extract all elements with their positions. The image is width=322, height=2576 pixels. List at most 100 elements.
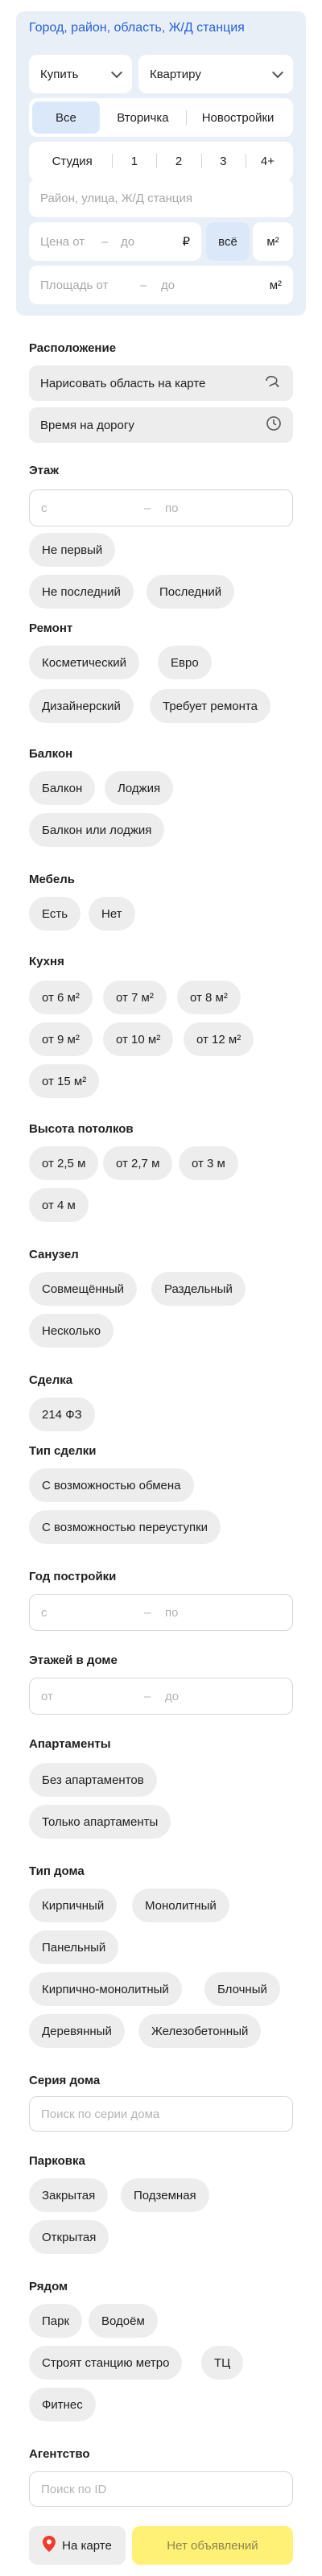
chip-park[interactable]: Парк xyxy=(29,2304,83,2338)
chip-not-last[interactable]: Не последний xyxy=(29,575,134,609)
draw-area-button[interactable]: Нарисовать область на карте xyxy=(29,365,293,401)
property-type-select[interactable]: Квартиру xyxy=(138,55,293,93)
floor-dash: – xyxy=(144,502,151,515)
chip-reinforced-concrete[interactable]: Железобетонный xyxy=(138,2014,262,2048)
tab-all[interactable]: Все xyxy=(32,101,100,134)
floor-from-placeholder: с xyxy=(41,502,47,515)
deal-select[interactable]: Купить xyxy=(29,55,132,93)
chip-bathroom-separate[interactable]: Раздельный xyxy=(151,1272,246,1306)
chip-kitchen-12[interactable]: от 12 м² xyxy=(184,1022,254,1056)
chip-kitchen-8[interactable]: от 8 м² xyxy=(177,980,241,1014)
build-year-range-input[interactable]: с – по xyxy=(29,1594,293,1631)
chip-metro-construction[interactable]: Строят станцию метро xyxy=(29,2346,183,2380)
chip-214-fz[interactable]: 214 ФЗ xyxy=(29,1397,95,1431)
chip-brick-monolithic[interactable]: Кирпично-монолитный xyxy=(29,1972,182,2006)
house-series-input[interactable]: Поиск по серии дома xyxy=(29,2096,293,2132)
area-input[interactable]: Площадь от – до м² xyxy=(29,266,293,304)
tab-rooms-1[interactable]: 1 xyxy=(112,145,156,177)
chip-fitness[interactable]: Фитнес xyxy=(29,2388,96,2421)
build-year-from-placeholder: с xyxy=(41,1606,47,1620)
apartments-heading: Апартаменты xyxy=(29,1737,111,1751)
tab-new-buildings[interactable]: Новостройки xyxy=(186,101,290,134)
chip-kitchen-10[interactable]: от 10 м² xyxy=(103,1022,174,1056)
bottom-bar: На карте Нет объявлений xyxy=(0,2518,322,2576)
draw-area-icon xyxy=(264,374,282,393)
travel-time-button[interactable]: Время на дорогу xyxy=(29,407,293,443)
chip-panel[interactable]: Панельный xyxy=(29,1930,119,1964)
chip-euro[interactable]: Евро xyxy=(158,646,212,679)
show-results-button[interactable]: Нет объявлений xyxy=(132,2526,293,2565)
chip-kitchen-6[interactable]: от 6 м² xyxy=(29,980,93,1014)
chip-loggia[interactable]: Лоджия xyxy=(105,771,174,805)
chevron-down-icon xyxy=(110,66,123,79)
chip-last[interactable]: Последний xyxy=(147,575,235,609)
chip-designer[interactable]: Дизайнерский xyxy=(29,689,134,723)
floor-range-input[interactable]: с – по xyxy=(29,489,293,526)
parking-heading: Парковка xyxy=(29,2154,85,2168)
chip-water[interactable]: Водоём xyxy=(89,2304,158,2338)
chip-exchange[interactable]: С возможностью обмена xyxy=(29,1468,194,1502)
chip-kitchen-7[interactable]: от 7 м² xyxy=(103,980,167,1014)
travel-time-label: Время на дорогу xyxy=(40,418,134,432)
chip-block[interactable]: Блочный xyxy=(204,1972,280,2006)
price-input[interactable]: Цена от – до ₽ xyxy=(29,222,201,261)
area-dash: – xyxy=(140,278,147,292)
tab-rooms-3[interactable]: 3 xyxy=(200,145,246,177)
chip-needs-repair[interactable]: Требует ремонта xyxy=(150,689,270,723)
floors-total-dash: – xyxy=(144,1690,151,1703)
agency-id-input[interactable]: Поиск по ID xyxy=(29,2471,293,2507)
price-all-toggle[interactable]: всё xyxy=(206,222,250,261)
rooms-tabs: Студия 1 2 3 4+ xyxy=(29,142,293,180)
renovation-heading: Ремонт xyxy=(29,621,73,635)
tab-secondary[interactable]: Вторичка xyxy=(100,101,186,134)
chip-monolithic[interactable]: Монолитный xyxy=(132,1889,229,1922)
filters-page: Город, район, область, Ж/Д станция Купит… xyxy=(0,0,322,2576)
chip-bathroom-combined[interactable]: Совмещённый xyxy=(29,1272,138,1306)
tab-rooms-2[interactable]: 2 xyxy=(156,145,200,177)
price-to-placeholder: до xyxy=(121,234,135,249)
price-per-m2-toggle[interactable]: м² xyxy=(253,222,293,261)
area-from-placeholder: Площадь от xyxy=(40,278,109,292)
chip-not-first[interactable]: Не первый xyxy=(29,533,116,567)
house-type-heading: Тип дома xyxy=(29,1864,85,1878)
chip-parking-closed[interactable]: Закрытая xyxy=(29,2178,109,2212)
chip-ceiling-3[interactable]: от 3 м xyxy=(179,1146,238,1180)
on-map-button[interactable]: На карте xyxy=(29,2526,126,2565)
chip-wooden[interactable]: Деревянный xyxy=(29,2014,125,2048)
chip-balcony[interactable]: Балкон xyxy=(29,771,96,805)
chip-no-apartments[interactable]: Без апартаментов xyxy=(29,1763,157,1797)
map-pin-icon xyxy=(43,2536,56,2555)
chip-assignment[interactable]: С возможностью переуступки xyxy=(29,1510,221,1544)
chip-parking-underground[interactable]: Подземная xyxy=(121,2178,209,2212)
chip-ceiling-4[interactable]: от 4 м xyxy=(29,1188,89,1222)
show-results-label: Нет объявлений xyxy=(167,2538,258,2553)
floors-total-to-placeholder: до xyxy=(165,1690,180,1703)
chip-only-apartments[interactable]: Только апартаменты xyxy=(29,1805,171,1839)
deal-heading: Сделка xyxy=(29,1373,73,1387)
location-link[interactable]: Город, район, область, Ж/Д станция xyxy=(29,21,245,35)
area-to-placeholder: до xyxy=(161,278,175,292)
chip-ceiling-2-5[interactable]: от 2,5 м xyxy=(29,1146,99,1180)
build-year-dash: – xyxy=(144,1606,151,1620)
furniture-heading: Мебель xyxy=(29,873,75,886)
tab-studio[interactable]: Студия xyxy=(32,145,112,177)
tab-rooms-4-plus[interactable]: 4+ xyxy=(245,145,290,177)
chip-ceiling-2-7[interactable]: от 2,7 м xyxy=(103,1146,173,1180)
deal-select-value: Купить xyxy=(40,67,79,81)
nearby-heading: Рядом xyxy=(29,2280,68,2293)
chip-brick[interactable]: Кирпичный xyxy=(29,1889,118,1922)
chip-kitchen-9[interactable]: от 9 м² xyxy=(29,1022,93,1056)
m2-unit: м² xyxy=(269,278,282,292)
address-input[interactable]: Район, улица, Ж/Д станция xyxy=(29,179,293,217)
chip-kitchen-15[interactable]: от 15 м² xyxy=(29,1064,100,1098)
chip-parking-open[interactable]: Открытая xyxy=(29,2220,109,2254)
chip-balcony-or-loggia[interactable]: Балкон или лоджия xyxy=(29,813,165,847)
floors-total-from-placeholder: от xyxy=(41,1690,53,1703)
chip-bathroom-several[interactable]: Несколько xyxy=(29,1314,114,1348)
balcony-heading: Балкон xyxy=(29,747,73,761)
chip-cosmetic[interactable]: Косметический xyxy=(29,646,139,679)
chip-furniture-no[interactable]: Нет xyxy=(89,897,135,931)
floors-total-range-input[interactable]: от – до xyxy=(29,1678,293,1715)
chip-furniture-yes[interactable]: Есть xyxy=(29,897,81,931)
chip-mall[interactable]: ТЦ xyxy=(201,2346,244,2380)
